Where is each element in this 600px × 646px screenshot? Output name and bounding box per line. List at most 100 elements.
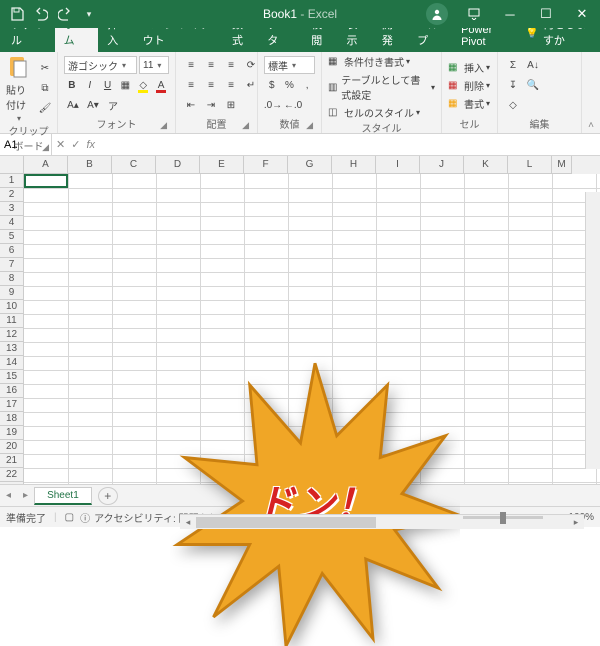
sheet-nav-next-icon[interactable]: ▸: [17, 490, 34, 501]
clear-icon[interactable]: ◇: [504, 96, 522, 114]
col-header[interactable]: C: [112, 156, 156, 174]
vertical-scrollbar[interactable]: [585, 192, 600, 469]
decrease-font-icon[interactable]: A▾: [84, 96, 102, 114]
undo-icon[interactable]: [30, 3, 52, 25]
fill-icon[interactable]: ↧: [504, 76, 522, 94]
autosum-icon[interactable]: Σ: [504, 56, 522, 74]
font-name-combo[interactable]: 游ゴシック▾: [64, 56, 137, 74]
row-header[interactable]: 6: [0, 244, 24, 258]
macro-record-icon[interactable]: ▢: [65, 512, 74, 523]
format-as-table-button[interactable]: ▥テーブルとして書式設定 ▾: [328, 72, 435, 102]
border-button[interactable]: ▦: [117, 76, 133, 94]
phonetic-icon[interactable]: ア: [104, 96, 122, 114]
percent-icon[interactable]: %: [282, 76, 298, 94]
copy-icon[interactable]: ⧉: [36, 80, 54, 98]
row-header[interactable]: 23: [0, 482, 24, 484]
col-header[interactable]: H: [332, 156, 376, 174]
close-button[interactable]: ✕: [564, 0, 600, 28]
font-color-button[interactable]: A: [153, 76, 169, 94]
row-header[interactable]: 21: [0, 454, 24, 468]
col-header[interactable]: F: [244, 156, 288, 174]
underline-button[interactable]: U: [100, 76, 116, 94]
row-header[interactable]: 19: [0, 426, 24, 440]
dialog-launcher-icon[interactable]: ◢: [242, 120, 249, 131]
find-select-icon[interactable]: 🔍: [524, 76, 542, 94]
save-icon[interactable]: [6, 3, 28, 25]
dialog-launcher-icon[interactable]: ◢: [42, 142, 49, 153]
row-header[interactable]: 4: [0, 216, 24, 230]
align-middle-icon[interactable]: ≡: [202, 56, 220, 74]
increase-indent-icon[interactable]: ⇥: [202, 96, 220, 114]
row-header[interactable]: 15: [0, 370, 24, 384]
scroll-left-icon[interactable]: ◂: [180, 517, 196, 528]
increase-font-icon[interactable]: A▴: [64, 96, 82, 114]
cut-icon[interactable]: ✂: [36, 60, 54, 78]
dialog-launcher-icon[interactable]: ◢: [306, 120, 313, 131]
format-cells-button[interactable]: ▦書式 ▾: [448, 96, 490, 111]
formula-input[interactable]: [99, 134, 600, 155]
col-header[interactable]: K: [464, 156, 508, 174]
cancel-formula-icon[interactable]: ✕: [56, 138, 65, 151]
increase-decimal-icon[interactable]: .0→: [264, 96, 282, 114]
row-header[interactable]: 8: [0, 272, 24, 286]
row-header[interactable]: 1: [0, 174, 24, 188]
sheet-nav-prev-icon[interactable]: ◂: [0, 490, 17, 501]
minimize-button[interactable]: ─: [492, 0, 528, 28]
scrollbar-thumb[interactable]: [196, 517, 376, 528]
col-header[interactable]: L: [508, 156, 552, 174]
bold-button[interactable]: B: [64, 76, 80, 94]
insert-cells-button[interactable]: ▦挿入 ▾: [448, 60, 490, 75]
row-header[interactable]: 22: [0, 468, 24, 482]
collapse-ribbon-icon[interactable]: ˄: [582, 52, 600, 133]
row-header[interactable]: 17: [0, 398, 24, 412]
ribbon-options-icon[interactable]: [456, 0, 492, 28]
select-all-corner[interactable]: [0, 156, 24, 174]
font-size-combo[interactable]: 11▾: [139, 56, 169, 74]
delete-cells-button[interactable]: ▦削除 ▾: [448, 78, 490, 93]
align-right-icon[interactable]: ≡: [222, 76, 240, 94]
row-header[interactable]: 11: [0, 314, 24, 328]
decrease-decimal-icon[interactable]: ←.0: [284, 96, 302, 114]
format-painter-icon[interactable]: 🖌: [36, 100, 54, 118]
col-header[interactable]: M: [552, 156, 572, 174]
add-sheet-button[interactable]: +: [98, 487, 118, 505]
zoom-thumb[interactable]: [500, 512, 506, 524]
align-left-icon[interactable]: ≡: [182, 76, 200, 94]
italic-button[interactable]: I: [82, 76, 98, 94]
decrease-indent-icon[interactable]: ⇤: [182, 96, 200, 114]
paste-button[interactable]: 貼り付け ▾: [6, 54, 32, 123]
align-center-icon[interactable]: ≡: [202, 76, 220, 94]
row-header[interactable]: 12: [0, 328, 24, 342]
maximize-button[interactable]: ☐: [528, 0, 564, 28]
fill-color-button[interactable]: ◇: [135, 76, 151, 94]
accessibility-icon[interactable]: ⓘ: [80, 510, 90, 525]
col-header[interactable]: J: [420, 156, 464, 174]
cell-styles-button[interactable]: ◫セルのスタイル ▾: [328, 105, 435, 120]
dialog-launcher-icon[interactable]: ◢: [160, 120, 167, 131]
align-bottom-icon[interactable]: ≡: [222, 56, 240, 74]
col-header[interactable]: I: [376, 156, 420, 174]
col-header[interactable]: E: [200, 156, 244, 174]
row-header[interactable]: 2: [0, 188, 24, 202]
fx-icon[interactable]: fx: [86, 139, 95, 151]
col-header[interactable]: A: [24, 156, 68, 174]
redo-icon[interactable]: [54, 3, 76, 25]
row-header[interactable]: 10: [0, 300, 24, 314]
row-header[interactable]: 14: [0, 356, 24, 370]
sort-filter-icon[interactable]: A↓: [524, 56, 542, 74]
col-header[interactable]: B: [68, 156, 112, 174]
row-header[interactable]: 16: [0, 384, 24, 398]
zoom-slider[interactable]: [463, 516, 543, 519]
user-avatar[interactable]: [426, 3, 448, 25]
row-header[interactable]: 3: [0, 202, 24, 216]
currency-icon[interactable]: $: [264, 76, 280, 94]
row-header[interactable]: 9: [0, 286, 24, 300]
col-header[interactable]: G: [288, 156, 332, 174]
row-header[interactable]: 7: [0, 258, 24, 272]
row-header[interactable]: 13: [0, 342, 24, 356]
comma-icon[interactable]: ,: [299, 76, 315, 94]
cells-area[interactable]: [24, 174, 600, 484]
align-top-icon[interactable]: ≡: [182, 56, 200, 74]
merge-cells-icon[interactable]: ⊞: [222, 96, 240, 114]
conditional-formatting-button[interactable]: ▦条件付き書式 ▾: [328, 54, 435, 69]
